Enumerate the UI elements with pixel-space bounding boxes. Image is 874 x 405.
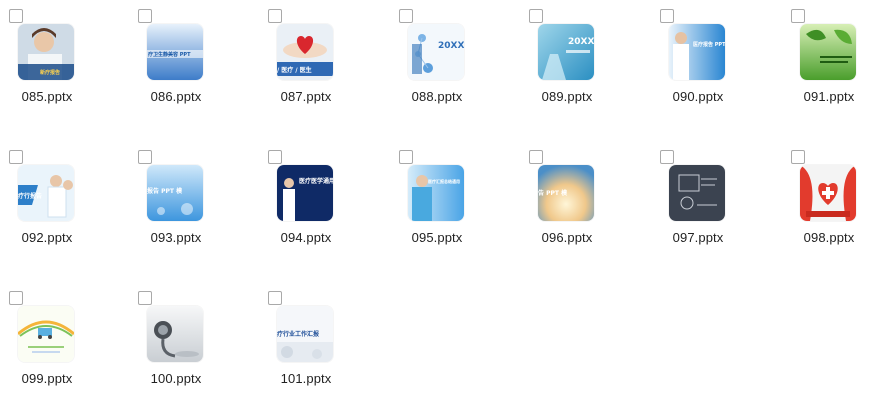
file-item[interactable]: 告 PPT 模 096.pptx xyxy=(529,150,649,280)
file-item[interactable]: 医疗汇报总结通用 095.pptx xyxy=(399,150,519,280)
file-name[interactable]: 093.pptx xyxy=(138,230,214,245)
select-checkbox[interactable] xyxy=(268,150,282,164)
svg-text:医疗报告 PPT: 医疗报告 PPT xyxy=(693,41,725,48)
file-item[interactable]: 疗行报告 092.pptx xyxy=(9,150,129,280)
file-name[interactable]: 095.pptx xyxy=(399,230,475,245)
select-checkbox[interactable] xyxy=(138,291,152,305)
file-item[interactable]: 100.pptx xyxy=(138,291,258,405)
file-grid: 新疗报告 085.pptx 疗卫生静美容 PPT 086.pptx / 医疗 / 医… xyxy=(0,0,874,405)
file-name[interactable]: 087.pptx xyxy=(268,89,344,104)
file-thumbnail[interactable]: 疗卫生静美容 PPT xyxy=(147,24,203,80)
file-item[interactable]: / 医疗 / 医生 087.pptx xyxy=(268,9,388,139)
select-checkbox[interactable] xyxy=(791,9,805,23)
file-item[interactable]: 报告 PPT 模 093.pptx xyxy=(138,150,258,280)
svg-text:告 PPT 模: 告 PPT 模 xyxy=(538,189,568,197)
select-checkbox[interactable] xyxy=(529,9,543,23)
file-thumbnail[interactable] xyxy=(669,165,725,221)
select-checkbox[interactable] xyxy=(9,9,23,23)
file-thumbnail[interactable]: 疗行报告 xyxy=(18,165,74,221)
file-thumbnail[interactable]: 20XX xyxy=(538,24,594,80)
file-thumbnail[interactable]: 告 PPT 模 xyxy=(538,165,594,221)
select-checkbox[interactable] xyxy=(791,150,805,164)
file-name[interactable]: 100.pptx xyxy=(138,371,214,386)
select-checkbox[interactable] xyxy=(529,150,543,164)
file-item[interactable]: 099.pptx xyxy=(9,291,129,405)
svg-text:医疗医学通用: 医疗医学通用 xyxy=(299,177,333,185)
file-item[interactable]: 098.pptx xyxy=(791,150,874,280)
select-checkbox[interactable] xyxy=(138,9,152,23)
file-item[interactable]: 疗卫生静美容 PPT 086.pptx xyxy=(138,9,258,139)
svg-text:/ 医疗 / 医生: / 医疗 / 医生 xyxy=(277,66,312,74)
file-name[interactable]: 086.pptx xyxy=(138,89,214,104)
select-checkbox[interactable] xyxy=(399,150,413,164)
file-item[interactable]: 新疗报告 085.pptx xyxy=(9,9,129,139)
file-name[interactable]: 085.pptx xyxy=(9,89,85,104)
file-name[interactable]: 099.pptx xyxy=(9,371,85,386)
file-item[interactable]: 20XX 088.pptx xyxy=(399,9,519,139)
svg-text:20XX: 20XX xyxy=(568,37,594,47)
file-thumbnail[interactable]: 报告 PPT 模 xyxy=(147,165,203,221)
select-checkbox[interactable] xyxy=(9,150,23,164)
file-thumbnail[interactable] xyxy=(147,306,203,362)
svg-text:疗卫生静美容 PPT: 疗卫生静美容 PPT xyxy=(148,51,191,58)
file-thumbnail[interactable]: 医疗报告 PPT xyxy=(669,24,725,80)
file-name[interactable]: 089.pptx xyxy=(529,89,605,104)
file-name[interactable]: 091.pptx xyxy=(791,89,867,104)
select-checkbox[interactable] xyxy=(660,9,674,23)
file-thumbnail[interactable] xyxy=(800,165,856,221)
select-checkbox[interactable] xyxy=(138,150,152,164)
svg-text:20XX: 20XX xyxy=(438,41,464,51)
file-name[interactable]: 097.pptx xyxy=(660,230,736,245)
file-item[interactable]: 疗行业工作汇报 101.pptx xyxy=(268,291,388,405)
svg-text:疗行业工作汇报: 疗行业工作汇报 xyxy=(277,330,319,338)
svg-text:报告 PPT 模: 报告 PPT 模 xyxy=(147,187,183,195)
file-item[interactable]: 091.pptx xyxy=(791,9,874,139)
svg-text:新疗报告: 新疗报告 xyxy=(40,69,60,76)
svg-text:疗行报告: 疗行报告 xyxy=(18,192,42,200)
file-thumbnail[interactable]: / 医疗 / 医生 xyxy=(277,24,333,80)
file-thumbnail[interactable]: 疗行业工作汇报 xyxy=(277,306,333,362)
file-thumbnail[interactable]: 新疗报告 xyxy=(18,24,74,80)
file-thumbnail[interactable]: 医疗汇报总结通用 xyxy=(408,165,464,221)
select-checkbox[interactable] xyxy=(399,9,413,23)
file-item[interactable]: 医疗医学通用 094.pptx xyxy=(268,150,388,280)
file-name[interactable]: 088.pptx xyxy=(399,89,475,104)
file-thumbnail[interactable]: 医疗医学通用 xyxy=(277,165,333,221)
file-thumbnail[interactable] xyxy=(18,306,74,362)
file-name[interactable]: 098.pptx xyxy=(791,230,867,245)
file-thumbnail[interactable] xyxy=(800,24,856,80)
file-name[interactable]: 094.pptx xyxy=(268,230,344,245)
select-checkbox[interactable] xyxy=(660,150,674,164)
file-item[interactable]: 097.pptx xyxy=(660,150,780,280)
file-thumbnail[interactable]: 20XX xyxy=(408,24,464,80)
file-name[interactable]: 096.pptx xyxy=(529,230,605,245)
svg-text:医疗汇报总结通用: 医疗汇报总结通用 xyxy=(428,178,460,184)
select-checkbox[interactable] xyxy=(9,291,23,305)
file-item[interactable]: 20XX 089.pptx xyxy=(529,9,649,139)
select-checkbox[interactable] xyxy=(268,291,282,305)
file-name[interactable]: 090.pptx xyxy=(660,89,736,104)
file-name[interactable]: 101.pptx xyxy=(268,371,344,386)
select-checkbox[interactable] xyxy=(268,9,282,23)
file-item[interactable]: 医疗报告 PPT 090.pptx xyxy=(660,9,780,139)
file-name[interactable]: 092.pptx xyxy=(9,230,85,245)
